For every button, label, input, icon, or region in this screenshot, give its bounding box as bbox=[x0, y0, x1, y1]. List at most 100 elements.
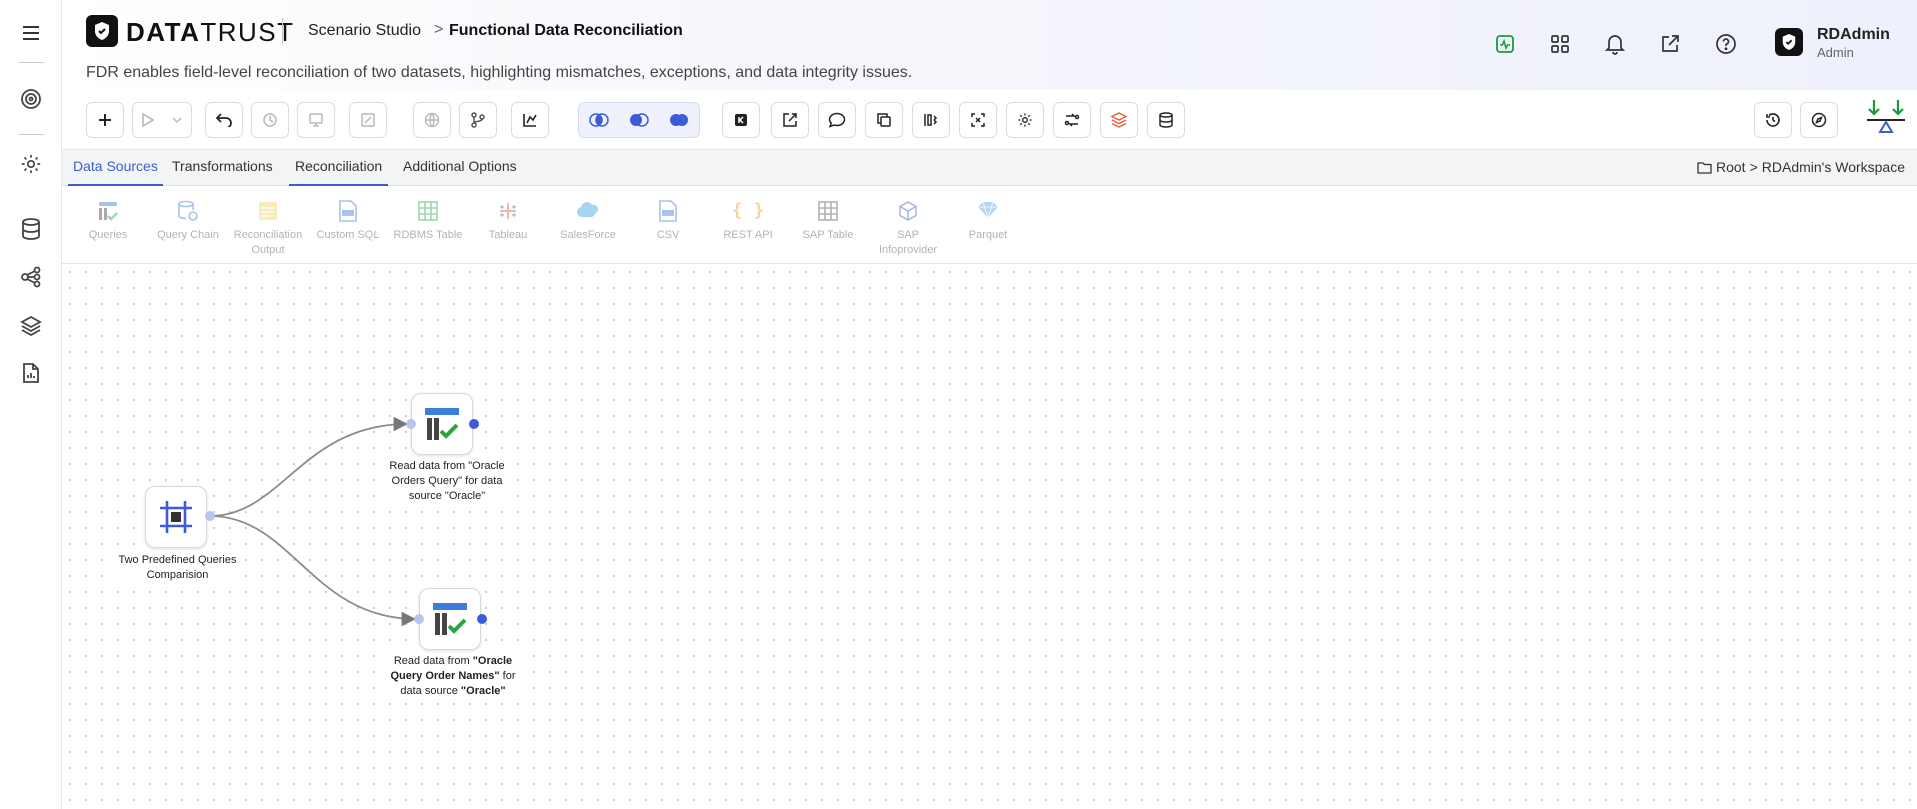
mapping-button[interactable] bbox=[1053, 102, 1091, 138]
node-query-orders[interactable] bbox=[411, 393, 473, 455]
restore-button[interactable] bbox=[1754, 102, 1792, 138]
tab-transformations[interactable]: Transformations bbox=[172, 158, 273, 186]
edit-button[interactable] bbox=[349, 102, 387, 138]
app-header: DATATRUST Scenario Studio > Functional D… bbox=[62, 0, 1917, 90]
apps-grid-icon[interactable] bbox=[1547, 31, 1573, 57]
node-comparison[interactable] bbox=[145, 486, 207, 548]
palette-item-queries[interactable]: Queries bbox=[68, 200, 148, 243]
hierarchy-icon[interactable] bbox=[18, 264, 44, 290]
output-port[interactable] bbox=[205, 511, 215, 521]
undo-button[interactable] bbox=[205, 102, 243, 138]
palette-item-rdbms-table[interactable]: RDBMS Table bbox=[388, 200, 468, 243]
stack-button[interactable] bbox=[1100, 102, 1138, 138]
left-sidebar bbox=[0, 0, 62, 809]
data-source-palette: Queries Query Chain Reconciliation Outpu… bbox=[62, 186, 1917, 264]
divider bbox=[282, 18, 283, 44]
database-icon[interactable] bbox=[18, 216, 44, 242]
menu-icon[interactable] bbox=[18, 20, 44, 46]
reconcile-balance-icon[interactable] bbox=[1864, 98, 1908, 142]
node-label: Read data from "Oracle Orders Query" for… bbox=[379, 459, 515, 504]
align-button[interactable] bbox=[912, 102, 950, 138]
deploy-button[interactable] bbox=[297, 102, 335, 138]
breadcrumb-separator: > bbox=[434, 21, 444, 38]
cube-icon bbox=[868, 200, 948, 224]
palette-item-query-chain[interactable]: Query Chain bbox=[148, 200, 228, 243]
report-icon[interactable] bbox=[18, 360, 44, 386]
user-name[interactable]: RDAdmin bbox=[1817, 26, 1890, 44]
palette-item-custom-sql[interactable]: Custom SQL bbox=[308, 200, 388, 243]
database-button[interactable] bbox=[1147, 102, 1185, 138]
hash-frame-icon bbox=[157, 498, 195, 536]
palette-item-sap-infoprovider[interactable]: SAP Infoprovider bbox=[868, 200, 948, 258]
workspace-root[interactable]: Root bbox=[1716, 159, 1746, 175]
compass-button[interactable] bbox=[1800, 102, 1838, 138]
reconciliation-output-icon bbox=[228, 200, 308, 224]
tab-data-sources[interactable]: Data Sources bbox=[68, 158, 163, 186]
avatar[interactable] bbox=[1775, 28, 1803, 56]
layers-icon[interactable] bbox=[18, 312, 44, 338]
node-label: Read data from "Oracle Query Order Names… bbox=[385, 654, 521, 699]
csv-file-icon bbox=[628, 200, 708, 224]
play-icon bbox=[142, 113, 154, 127]
run-button[interactable] bbox=[132, 102, 192, 138]
table-icon bbox=[388, 200, 468, 224]
output-port[interactable] bbox=[469, 419, 479, 429]
input-port[interactable] bbox=[406, 419, 416, 429]
query-chain-icon bbox=[148, 200, 228, 224]
comment-button[interactable] bbox=[818, 102, 856, 138]
tableau-icon bbox=[468, 200, 548, 224]
branch-button[interactable] bbox=[459, 102, 497, 138]
brand-name: DATATRUST bbox=[126, 17, 295, 47]
queries-icon bbox=[423, 406, 461, 442]
add-button[interactable] bbox=[86, 102, 124, 138]
globe-button[interactable] bbox=[413, 102, 451, 138]
folder-icon bbox=[1697, 161, 1712, 174]
input-port[interactable] bbox=[414, 614, 424, 624]
tab-additional-options[interactable]: Additional Options bbox=[403, 158, 517, 186]
divider bbox=[18, 134, 44, 135]
palette-item-tableau[interactable]: Tableau bbox=[468, 200, 548, 243]
join-right-icon[interactable] bbox=[619, 103, 659, 137]
breadcrumb-parent[interactable]: Scenario Studio bbox=[308, 22, 421, 40]
first-frame-button[interactable] bbox=[722, 102, 760, 138]
join-full-icon[interactable] bbox=[659, 103, 699, 137]
queries-icon bbox=[431, 601, 469, 637]
diamond-icon bbox=[948, 200, 1028, 224]
palette-item-rest-api[interactable]: { } REST API bbox=[708, 200, 788, 243]
table-icon bbox=[788, 200, 868, 224]
user-role: Admin bbox=[1817, 45, 1854, 60]
brand-logo-icon[interactable] bbox=[86, 15, 118, 47]
gear-icon[interactable] bbox=[18, 151, 44, 177]
braces-icon: { } bbox=[731, 200, 765, 221]
join-mode-toggle bbox=[578, 102, 700, 138]
history-button[interactable] bbox=[251, 102, 289, 138]
workflow-canvas[interactable]: Two Predefined Queries Comparision Read … bbox=[62, 264, 1917, 809]
fit-view-button[interactable] bbox=[959, 102, 997, 138]
palette-item-salesforce[interactable]: SalesForce bbox=[548, 200, 628, 243]
palette-item-sap-table[interactable]: SAP Table bbox=[788, 200, 868, 243]
palette-item-csv[interactable]: CSV bbox=[628, 200, 708, 243]
workspace-name[interactable]: RDAdmin's Workspace bbox=[1762, 159, 1905, 175]
salesforce-cloud-icon bbox=[548, 200, 628, 224]
copy-button[interactable] bbox=[865, 102, 903, 138]
tab-bar: Data Sources Transformations Reconciliat… bbox=[62, 150, 1917, 186]
palette-item-parquet[interactable]: Parquet bbox=[948, 200, 1028, 243]
external-link-icon[interactable] bbox=[1657, 31, 1683, 57]
output-port[interactable] bbox=[477, 614, 487, 624]
node-query-order-names[interactable] bbox=[419, 588, 481, 650]
help-icon[interactable] bbox=[1713, 31, 1739, 57]
palette-item-reconciliation-output[interactable]: Reconciliation Output bbox=[228, 200, 308, 258]
bell-icon[interactable] bbox=[1602, 31, 1628, 57]
workspace-breadcrumb: Root > RDAdmin's Workspace bbox=[1697, 159, 1905, 175]
activity-icon[interactable] bbox=[1492, 31, 1518, 57]
export-button[interactable] bbox=[771, 102, 809, 138]
chart-button[interactable] bbox=[511, 102, 549, 138]
join-left-icon[interactable] bbox=[579, 103, 619, 137]
node-label: Two Predefined Queries Comparision bbox=[110, 553, 245, 583]
chevron-down-icon bbox=[172, 116, 182, 124]
settings-button[interactable] bbox=[1006, 102, 1044, 138]
divider bbox=[18, 62, 44, 63]
tab-reconciliation[interactable]: Reconciliation bbox=[289, 158, 389, 186]
toolbar bbox=[62, 90, 1917, 150]
target-icon[interactable] bbox=[18, 86, 44, 112]
